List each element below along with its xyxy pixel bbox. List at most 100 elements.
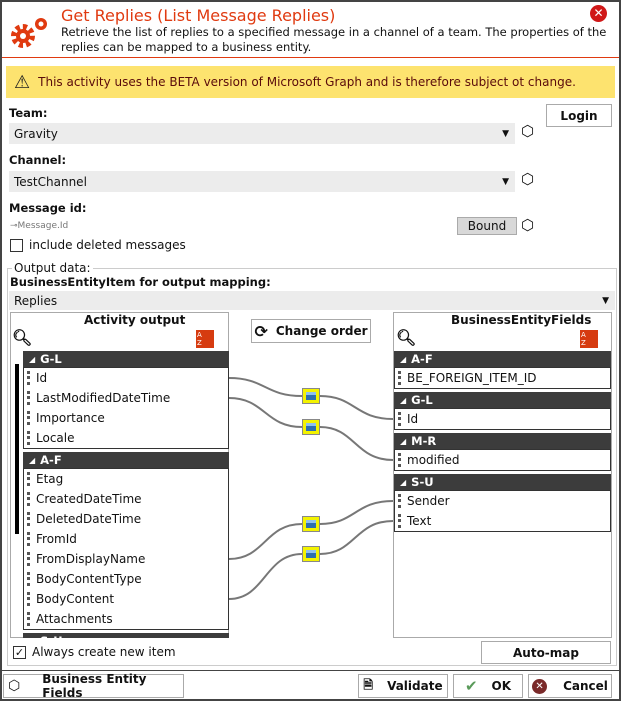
field-item[interactable]: Attachments bbox=[24, 609, 228, 629]
drag-handle-icon[interactable] bbox=[27, 592, 30, 606]
group-name: M-R bbox=[411, 434, 437, 448]
collapse-icon[interactable]: ◢ bbox=[400, 396, 406, 405]
drag-handle-icon[interactable] bbox=[27, 431, 30, 445]
change-order-label: Change order bbox=[275, 324, 368, 338]
include-deleted-checkbox[interactable] bbox=[10, 239, 23, 252]
field-item[interactable]: Locale bbox=[24, 428, 228, 448]
drag-handle-icon[interactable] bbox=[27, 512, 30, 526]
beta-warning: ⚠ This activity uses the BETA version of… bbox=[6, 66, 615, 98]
channel-value: TestChannel bbox=[14, 174, 87, 189]
drag-handle-icon[interactable] bbox=[398, 453, 401, 467]
group-header[interactable]: ◢ A-F bbox=[23, 452, 229, 468]
field-item[interactable]: Id bbox=[395, 409, 610, 429]
collapse-icon[interactable]: ◢ bbox=[29, 456, 35, 465]
gears-icon bbox=[11, 18, 47, 48]
search-icon[interactable]: 🔍︎ bbox=[12, 328, 32, 347]
field-label: CreatedDateTime bbox=[36, 492, 142, 506]
close-icon[interactable]: ✕ bbox=[590, 5, 607, 22]
team-value: Gravity bbox=[14, 126, 58, 141]
collapse-icon[interactable]: ◢ bbox=[29, 355, 35, 364]
bei-value: Replies bbox=[14, 293, 58, 308]
field-label: Importance bbox=[36, 411, 105, 425]
always-create-checkbox[interactable]: ✓ bbox=[13, 646, 26, 659]
mapping-connector[interactable] bbox=[302, 419, 320, 435]
drag-handle-icon[interactable] bbox=[27, 552, 30, 566]
field-item[interactable]: Text bbox=[395, 511, 610, 531]
field-item[interactable]: Sender bbox=[395, 491, 610, 511]
drag-handle-icon[interactable] bbox=[27, 572, 30, 586]
channel-select[interactable]: TestChannel ▼ bbox=[9, 171, 515, 192]
mapping-connector[interactable] bbox=[302, 388, 320, 404]
group-header[interactable]: ◢ M-R bbox=[394, 433, 611, 449]
validate-label: Validate bbox=[387, 679, 443, 693]
field-item[interactable]: Id bbox=[24, 368, 228, 388]
team-label: Team: bbox=[9, 106, 48, 120]
drag-handle-icon[interactable] bbox=[27, 532, 30, 546]
field-item[interactable]: BodyContent bbox=[24, 589, 228, 609]
field-label: BodyContentType bbox=[36, 572, 142, 586]
mapping-connector[interactable] bbox=[302, 516, 320, 532]
cancel-icon: ✕ bbox=[532, 678, 548, 694]
group-header[interactable]: ◢ G-L bbox=[394, 392, 611, 408]
field-item[interactable]: LastModifiedDateTime bbox=[24, 388, 228, 408]
drag-handle-icon[interactable] bbox=[398, 412, 401, 426]
group-header[interactable]: ◢ A-F bbox=[394, 351, 611, 367]
bei-select[interactable]: Replies ▼ bbox=[9, 291, 615, 310]
group-header[interactable]: ◢ G-L bbox=[23, 351, 229, 367]
change-order-button[interactable]: ⟳ Change order bbox=[251, 319, 371, 343]
login-button[interactable]: Login bbox=[546, 104, 612, 127]
drag-handle-icon[interactable] bbox=[27, 371, 30, 385]
field-item[interactable]: Etag bbox=[24, 469, 228, 489]
drag-handle-icon[interactable] bbox=[27, 391, 30, 405]
collapse-icon[interactable]: ◢ bbox=[400, 478, 406, 487]
collapse-icon[interactable]: ◢ bbox=[400, 437, 406, 446]
group-items: Etag CreatedDateTime DeletedDateTime FromId… bbox=[23, 468, 229, 630]
cancel-button[interactable]: ✕ Cancel bbox=[528, 674, 612, 698]
chevron-down-icon: ▼ bbox=[502, 176, 509, 187]
warning-icon: ⚠ bbox=[14, 71, 31, 93]
field-item[interactable]: CreatedDateTime bbox=[24, 489, 228, 509]
chevron-down-icon: ▼ bbox=[502, 128, 509, 139]
group-header[interactable]: ◢ S-U bbox=[23, 633, 229, 638]
group-items: Id LastModifiedDateTime Importance Locale bbox=[23, 367, 229, 449]
field-label: modified bbox=[407, 453, 460, 467]
cube-icon[interactable]: ⬡ bbox=[521, 170, 534, 188]
field-item[interactable]: BE_FOREIGN_ITEM_ID bbox=[395, 368, 610, 388]
group-name: G-L bbox=[40, 352, 62, 366]
drag-handle-icon[interactable] bbox=[27, 411, 30, 425]
field-item[interactable]: FromDisplayName bbox=[24, 549, 228, 569]
auto-map-button[interactable]: Auto-map bbox=[481, 641, 611, 664]
field-label: BE_FOREIGN_ITEM_ID bbox=[407, 371, 537, 385]
drag-handle-icon[interactable] bbox=[398, 494, 401, 508]
drag-handle-icon[interactable] bbox=[398, 514, 401, 528]
field-item[interactable]: BodyContentType bbox=[24, 569, 228, 589]
cube-icon[interactable]: ⬡ bbox=[521, 216, 534, 234]
mapping-connector[interactable] bbox=[302, 546, 320, 562]
group-name: S-U bbox=[40, 634, 62, 638]
drag-handle-icon[interactable] bbox=[398, 371, 401, 385]
scrollbar[interactable] bbox=[13, 352, 20, 635]
search-icon[interactable]: 🔍︎ bbox=[396, 328, 416, 347]
validate-button[interactable]: 🗎 Validate bbox=[358, 674, 448, 698]
drag-handle-icon[interactable] bbox=[27, 492, 30, 506]
drag-handle-icon[interactable] bbox=[27, 612, 30, 626]
field-item[interactable]: Importance bbox=[24, 408, 228, 428]
team-select[interactable]: Gravity ▼ bbox=[9, 123, 515, 144]
bound-button[interactable]: Bound bbox=[457, 217, 517, 235]
collapse-icon[interactable]: ◢ bbox=[400, 355, 406, 364]
field-item[interactable]: modified bbox=[395, 450, 610, 470]
drag-handle-icon[interactable] bbox=[27, 472, 30, 486]
business-entity-fields-button[interactable]: ⬡ Business Entity Fields bbox=[3, 672, 184, 700]
refresh-icon: ⟳ bbox=[254, 321, 268, 341]
field-item[interactable]: DeletedDateTime bbox=[24, 509, 228, 529]
sort-az-icon[interactable]: AZ bbox=[580, 330, 598, 348]
group-items: BE_FOREIGN_ITEM_ID bbox=[394, 367, 611, 389]
cube-icon[interactable]: ⬡ bbox=[521, 122, 534, 140]
message-id-field[interactable]: ⊸Message.Id bbox=[10, 221, 68, 231]
output-label: Output data: bbox=[12, 261, 93, 275]
collapse-icon[interactable]: ◢ bbox=[29, 637, 35, 639]
field-item[interactable]: FromId bbox=[24, 529, 228, 549]
group-header[interactable]: ◢ S-U bbox=[394, 474, 611, 490]
sort-az-icon[interactable]: AZ bbox=[196, 330, 214, 348]
ok-button[interactable]: ✔ OK bbox=[453, 674, 523, 698]
